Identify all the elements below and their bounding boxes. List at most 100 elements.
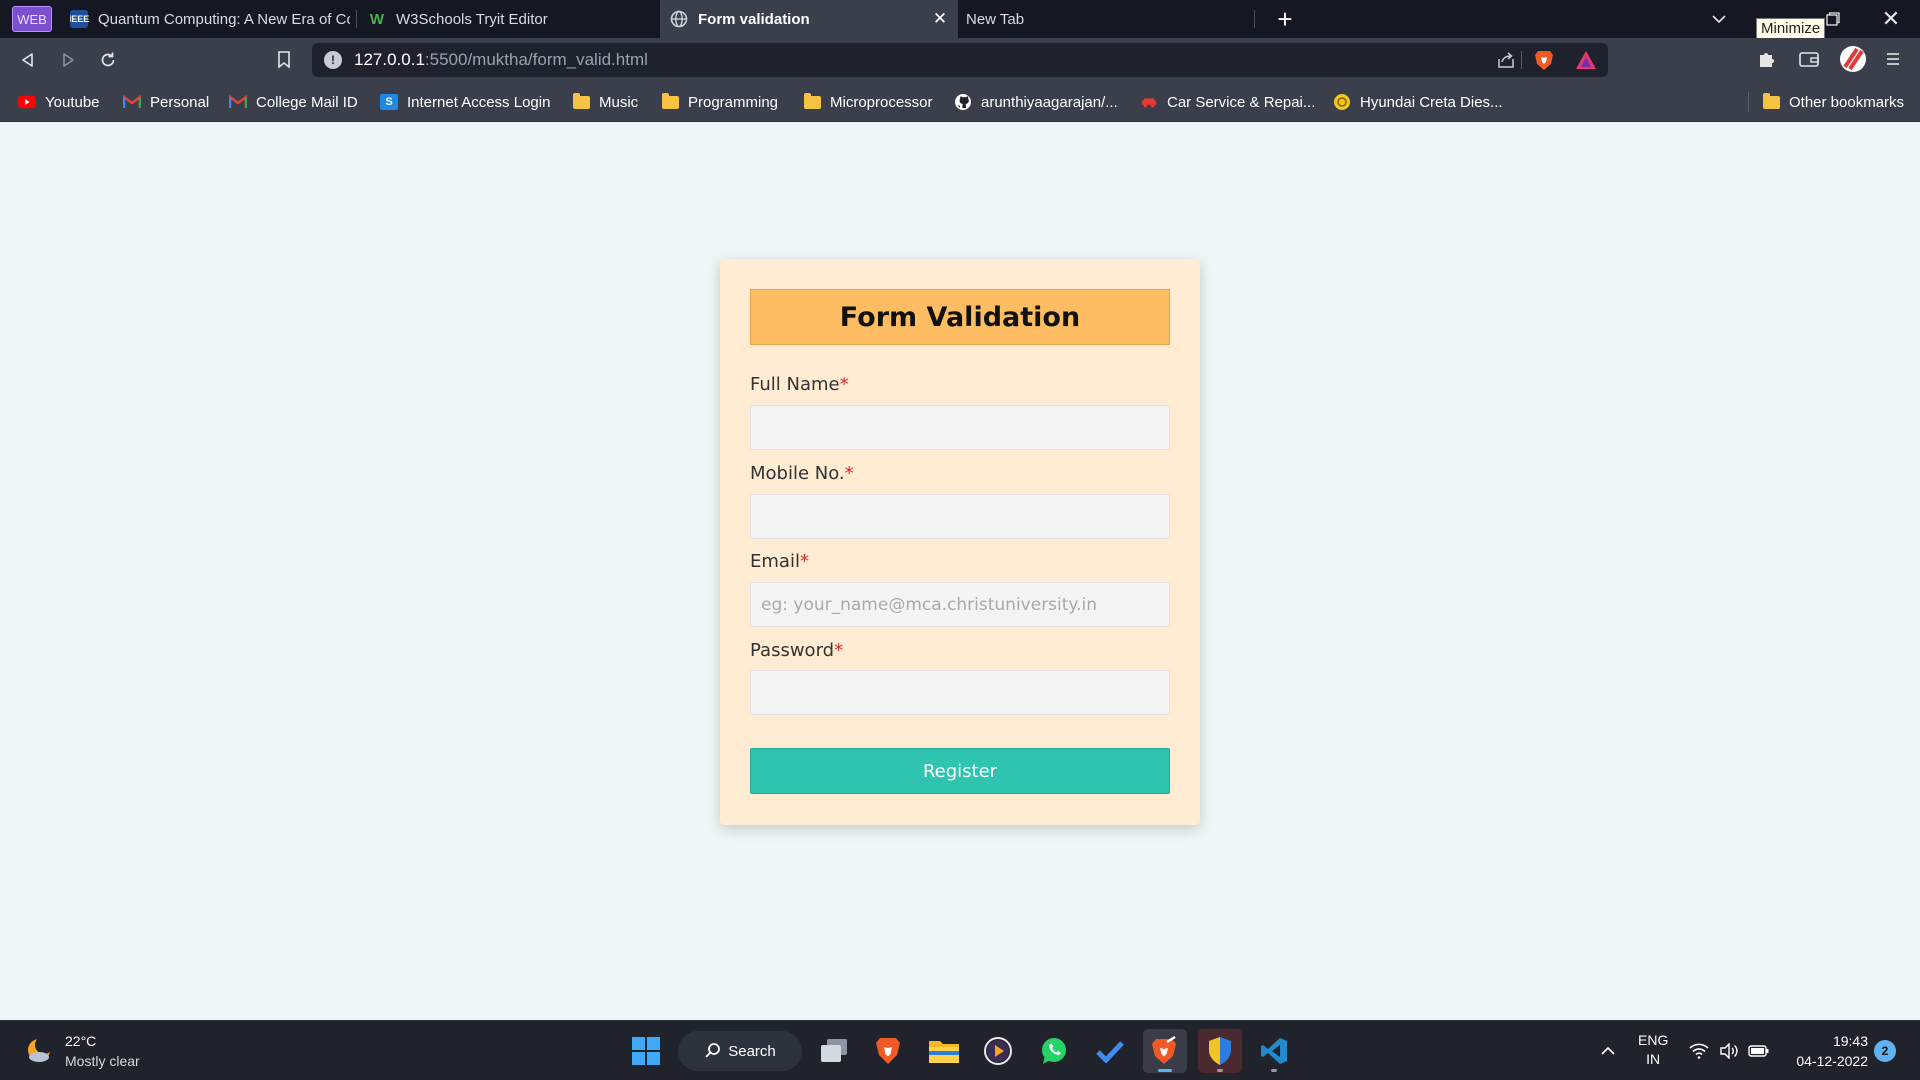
brave-rewards-icon[interactable]: [1574, 48, 1598, 72]
tab-search-chevron-icon[interactable]: [1696, 0, 1742, 38]
password-label: Password*: [750, 640, 844, 661]
notification-badge[interactable]: 2: [1874, 1040, 1896, 1062]
media-player-icon[interactable]: [976, 1029, 1020, 1073]
close-tab-icon[interactable]: ✕: [930, 9, 950, 29]
s-icon: S: [380, 94, 398, 110]
brave-beta-icon[interactable]: [1143, 1029, 1187, 1073]
clock-time: 19:43: [1832, 1033, 1868, 1049]
bookmark-label: Music: [599, 93, 639, 111]
email-input[interactable]: [750, 582, 1170, 627]
bookmark-internet-access-login[interactable]: S Internet Access Login: [380, 91, 550, 113]
password-input[interactable]: [750, 670, 1170, 715]
mobile-input[interactable]: [750, 494, 1170, 539]
coin-icon: [1333, 94, 1351, 110]
folder-icon: [1762, 92, 1780, 110]
email-label: Email*: [750, 551, 809, 572]
tab-label: W3Schools Tryit Editor: [396, 10, 548, 28]
start-button[interactable]: [624, 1029, 668, 1073]
brave-browser-icon[interactable]: [866, 1029, 910, 1073]
bookmark-microprocessor[interactable]: Microprocessor: [803, 91, 933, 113]
bookmark-github[interactable]: arunthiyaagarajan/...: [954, 91, 1118, 113]
gmail-icon: [123, 94, 141, 110]
bookmark-music[interactable]: Music: [572, 91, 638, 113]
tab-quantum-computing[interactable]: IEEE Quantum Computing: A New Era of Co: [70, 0, 354, 38]
tab-pinned-label: WEB: [12, 6, 52, 32]
bookmark-youtube[interactable]: Youtube: [18, 91, 100, 113]
w3schools-icon: W: [369, 10, 385, 28]
url-text[interactable]: 127.0.0.1:5500/muktha/form_valid.html: [354, 50, 648, 70]
bookmark-label: arunthiyaagarajan/...: [981, 93, 1118, 111]
required-marker: *: [839, 374, 849, 395]
tab-form-validation[interactable]: Form validation ✕: [660, 0, 958, 38]
reload-button[interactable]: [92, 44, 124, 76]
bookmark-label: Personal: [150, 93, 210, 111]
required-marker: *: [834, 640, 844, 661]
bookmark-personal[interactable]: Personal: [123, 91, 209, 113]
bookmark-label: Hyundai Creta Dies...: [1360, 93, 1503, 111]
close-window-button[interactable]: ✕: [1868, 0, 1914, 38]
tab-pinned-web[interactable]: WEB: [12, 0, 52, 38]
language-indicator[interactable]: ENG IN: [1638, 1031, 1668, 1069]
address-bar[interactable]: ! 127.0.0.1:5500/muktha/form_valid.html: [312, 43, 1608, 77]
weather-temperature[interactable]: 22°C: [65, 1033, 96, 1049]
bookmarks-bar: Youtube Personal College Mail ID S Inter…: [0, 82, 1920, 122]
bookmark-hyundai-creta[interactable]: Hyundai Creta Dies...: [1333, 91, 1503, 113]
tab-new-tab[interactable]: New Tab: [966, 0, 1256, 38]
bookmark-programming[interactable]: Programming: [661, 91, 778, 113]
weather-description[interactable]: Mostly clear: [65, 1053, 140, 1069]
bookmark-icon[interactable]: [268, 44, 300, 76]
tab-label: Quantum Computing: A New Era of Co: [98, 10, 350, 28]
brave-shields-icon[interactable]: [1532, 48, 1556, 72]
bookmark-label: Other bookmarks: [1789, 93, 1905, 111]
register-button[interactable]: Register: [750, 748, 1170, 794]
wifi-icon[interactable]: [1684, 1029, 1714, 1073]
required-marker: *: [799, 551, 809, 572]
share-icon[interactable]: [1494, 48, 1518, 72]
task-view-icon[interactable]: [812, 1029, 856, 1073]
page-viewport: Form Validation Full Name* Mobile No.* E…: [0, 123, 1920, 1020]
site-info-icon[interactable]: !: [324, 51, 342, 69]
tab-w3schools[interactable]: W W3Schools Tryit Editor: [368, 0, 658, 38]
extensions-puzzle-icon[interactable]: [1752, 44, 1782, 74]
back-button[interactable]: [12, 44, 44, 76]
wallet-icon[interactable]: [1794, 44, 1824, 74]
open-app-indicator: [1271, 1069, 1277, 1072]
tray-chevron-up-icon[interactable]: [1590, 1029, 1626, 1073]
browser-toolbar: ! 127.0.0.1:5500/muktha/form_valid.html: [0, 38, 1920, 82]
url-divider: [1521, 51, 1522, 69]
required-marker: *: [844, 463, 854, 484]
folder-icon: [803, 92, 821, 110]
folder-icon: [661, 92, 679, 110]
tab-separator: [1254, 10, 1255, 28]
gmail-icon: [229, 94, 247, 110]
profile-avatar-icon[interactable]: [1838, 44, 1868, 74]
vscode-icon[interactable]: [1252, 1029, 1296, 1073]
bookmark-label: Youtube: [45, 93, 100, 111]
volume-icon[interactable]: [1714, 1029, 1744, 1073]
open-app-indicator: [1217, 1069, 1223, 1072]
bookmark-label: Programming: [688, 93, 779, 111]
search-label: Search: [728, 1042, 776, 1060]
security-shield-icon[interactable]: [1198, 1029, 1242, 1073]
forward-button[interactable]: [52, 44, 84, 76]
ieee-icon: IEEE: [70, 10, 89, 28]
form-card: Form Validation Full Name* Mobile No.* E…: [720, 259, 1200, 825]
file-explorer-icon[interactable]: [922, 1029, 966, 1073]
bookmark-other-bookmarks[interactable]: Other bookmarks: [1762, 91, 1904, 113]
menu-icon[interactable]: [1878, 44, 1908, 74]
clock[interactable]: 19:43 04-12-2022: [1796, 1031, 1868, 1071]
battery-icon[interactable]: [1744, 1029, 1774, 1073]
folder-icon: [572, 92, 590, 110]
weather-moon-icon[interactable]: [24, 1035, 54, 1065]
new-tab-button[interactable]: +: [1270, 4, 1300, 34]
bookmark-car-service[interactable]: Car Service & Repai...: [1140, 91, 1315, 113]
bookmark-college-mail[interactable]: College Mail ID: [229, 91, 358, 113]
bookmark-label: College Mail ID: [256, 93, 358, 111]
minimize-tooltip: Minimize: [1756, 18, 1826, 39]
taskbar-search[interactable]: Search: [678, 1031, 802, 1071]
tab-bar: WEB IEEE Quantum Computing: A New Era of…: [0, 0, 1920, 39]
todo-checkmark-icon[interactable]: [1088, 1029, 1132, 1073]
bookmark-label: Microprocessor: [830, 93, 933, 111]
whatsapp-icon[interactable]: [1032, 1029, 1076, 1073]
full-name-input[interactable]: [750, 405, 1170, 450]
